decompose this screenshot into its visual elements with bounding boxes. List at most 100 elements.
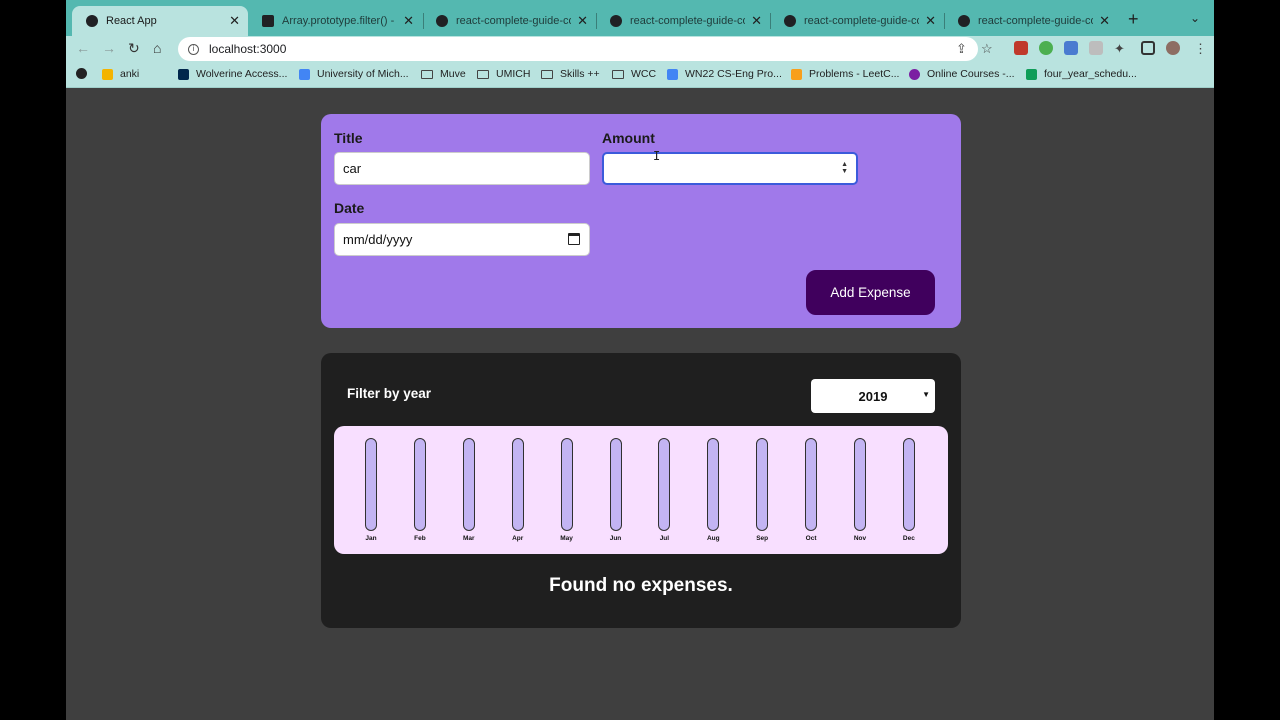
bookmark-muve[interactable]: Muve <box>421 68 466 80</box>
chart-bar-track <box>902 438 915 531</box>
close-icon[interactable]: ✕ <box>403 13 414 29</box>
chart-bar-track <box>365 438 377 531</box>
tab-strip: React App ✕ Array.prototype.filter() - J… <box>66 0 1214 36</box>
github-icon <box>610 15 622 27</box>
address-bar[interactable]: i localhost:3000 <box>178 37 978 61</box>
chart-bar-label: Jan <box>365 535 377 542</box>
chart-bar-apr: Apr <box>511 438 524 542</box>
chart-bar-label: May <box>560 535 573 542</box>
drive-icon <box>102 68 113 80</box>
date-placeholder: mm/dd/yyyy <box>343 232 413 247</box>
chart-bar-jan: Jan <box>365 438 377 542</box>
github-icon <box>436 15 448 27</box>
chart-bar-label: Jul <box>659 535 670 542</box>
chart-bar-feb: Feb <box>413 438 426 542</box>
amount-label: Amount <box>602 130 655 146</box>
close-icon[interactable]: ✕ <box>751 13 762 29</box>
chart-bar-track <box>560 438 573 531</box>
extension-icon[interactable] <box>1089 41 1103 55</box>
close-icon[interactable]: ✕ <box>577 13 588 29</box>
tab-label: react-complete-guide-cod <box>804 15 920 27</box>
sidebar-icon[interactable] <box>1141 41 1155 55</box>
tab-search-icon[interactable]: ⌄ <box>1190 11 1200 25</box>
year-select[interactable]: 2019 ▼ <box>811 379 935 413</box>
chart-bar-track <box>756 438 769 531</box>
bookmark-label: anki <box>120 68 140 80</box>
extension-icon[interactable] <box>1014 41 1028 55</box>
bookmark-label: Muve <box>440 68 466 80</box>
expenses-card: Filter by year 2019 ▼ Jan Feb Mar Apr May Jun… <box>321 353 961 628</box>
empty-message: Found no expenses. <box>549 575 733 596</box>
bookmark-umich[interactable]: UMICH <box>477 68 530 80</box>
title-label: Title <box>334 130 363 146</box>
chart-bar-jun: Jun <box>609 438 622 542</box>
bookmark-star-icon[interactable]: ☆ <box>981 41 993 57</box>
tab-github-3[interactable]: react-complete-guide-cod ✕ <box>770 6 944 36</box>
amount-input[interactable]: ▲ ▼ <box>602 152 858 185</box>
courses-icon <box>909 68 920 80</box>
puzzle-icon[interactable]: ✦ <box>1114 41 1125 57</box>
chart-bar-label: Aug <box>706 535 720 542</box>
bookmark-four-year[interactable]: four_year_schedu... <box>1026 68 1137 80</box>
globe-icon <box>76 68 87 79</box>
bookmark-wolverine[interactable]: Wolverine Access... <box>178 68 287 80</box>
bookmark-university[interactable]: University of Mich... <box>299 68 409 80</box>
title-input[interactable]: car <box>334 152 590 185</box>
home-icon[interactable]: ⌂ <box>153 40 161 56</box>
bookmark-wcc[interactable]: WCC <box>612 68 656 80</box>
tab-github-4[interactable]: react-complete-guide-cod ✕ <box>944 6 1118 36</box>
tab-label: React App <box>106 15 157 27</box>
new-tab-icon[interactable]: + <box>1128 9 1139 30</box>
close-icon[interactable]: ✕ <box>1099 13 1110 29</box>
forward-icon[interactable]: → <box>102 40 116 56</box>
share-icon[interactable]: ⇪ <box>956 41 967 57</box>
chart-bar-sep: Sep <box>756 438 769 542</box>
tab-github-1[interactable]: react-complete-guide-cod ✕ <box>422 6 596 36</box>
reload-icon[interactable]: ↻ <box>128 40 140 57</box>
title-value: car <box>343 161 362 176</box>
chart-bar-label: Sep <box>756 535 769 542</box>
bookmark-leetcode[interactable]: Problems - LeetC... <box>791 68 899 80</box>
site-info-icon[interactable]: i <box>188 43 199 55</box>
add-expense-button[interactable]: Add Expense <box>806 270 935 315</box>
tab-label: react-complete-guide-cod <box>978 15 1094 27</box>
tab-react-app[interactable]: React App ✕ <box>72 6 248 36</box>
tab-label: react-complete-guide-cod <box>456 15 572 27</box>
tab-array-filter[interactable]: Array.prototype.filter() - Ja ✕ <box>248 6 422 36</box>
chart-bar-label: Oct <box>805 535 817 542</box>
bookmark-label: UMICH <box>496 68 531 80</box>
bookmark-online-courses[interactable]: Online Courses -... <box>909 68 1015 80</box>
bookmark-skills[interactable]: Skills ++ <box>541 68 600 80</box>
chart-bar-track <box>413 438 426 531</box>
close-icon[interactable]: ✕ <box>229 13 240 29</box>
chart-bar-track <box>658 438 671 531</box>
back-icon[interactable]: ← <box>76 40 90 56</box>
extension-icon[interactable] <box>1039 41 1053 55</box>
bookmark-label: WCC <box>631 68 657 80</box>
mdn-icon <box>262 15 274 27</box>
tab-label: react-complete-guide-cod <box>630 15 746 27</box>
tab-label: Array.prototype.filter() - Ja <box>282 15 398 27</box>
chart-bar-track <box>707 438 720 531</box>
folder-icon <box>421 69 433 79</box>
expenses-chart: Jan Feb Mar Apr May Jun Jul Aug Sep Oct Nov Dec <box>334 426 948 554</box>
date-input[interactable]: mm/dd/yyyy <box>334 223 590 256</box>
bookmark-anki[interactable]: anki <box>102 68 139 80</box>
bookmark-wn22[interactable]: WN22 CS-Eng Pro... <box>667 68 782 80</box>
bookmark-label: Online Courses -... <box>927 68 1015 80</box>
chart-bar-mar: Mar <box>462 438 475 542</box>
close-icon[interactable]: ✕ <box>925 13 936 29</box>
tab-github-2[interactable]: react-complete-guide-cod ✕ <box>596 6 770 36</box>
url-text: localhost:3000 <box>209 42 287 56</box>
bookmark-label: University of Mich... <box>317 68 409 80</box>
leetcode-icon <box>791 68 802 80</box>
number-stepper[interactable]: ▲ ▼ <box>841 161 848 175</box>
avatar[interactable] <box>1166 41 1180 55</box>
bookmark-globe[interactable] <box>76 68 94 79</box>
chart-bar-nov: Nov <box>854 438 866 542</box>
translate-icon[interactable] <box>1064 41 1078 55</box>
browser-window: React App ✕ Array.prototype.filter() - J… <box>66 0 1214 720</box>
calendar-icon[interactable] <box>568 233 580 245</box>
chart-bar-aug: Aug <box>707 438 720 542</box>
more-menu-icon[interactable]: ⋮ <box>1194 41 1207 57</box>
